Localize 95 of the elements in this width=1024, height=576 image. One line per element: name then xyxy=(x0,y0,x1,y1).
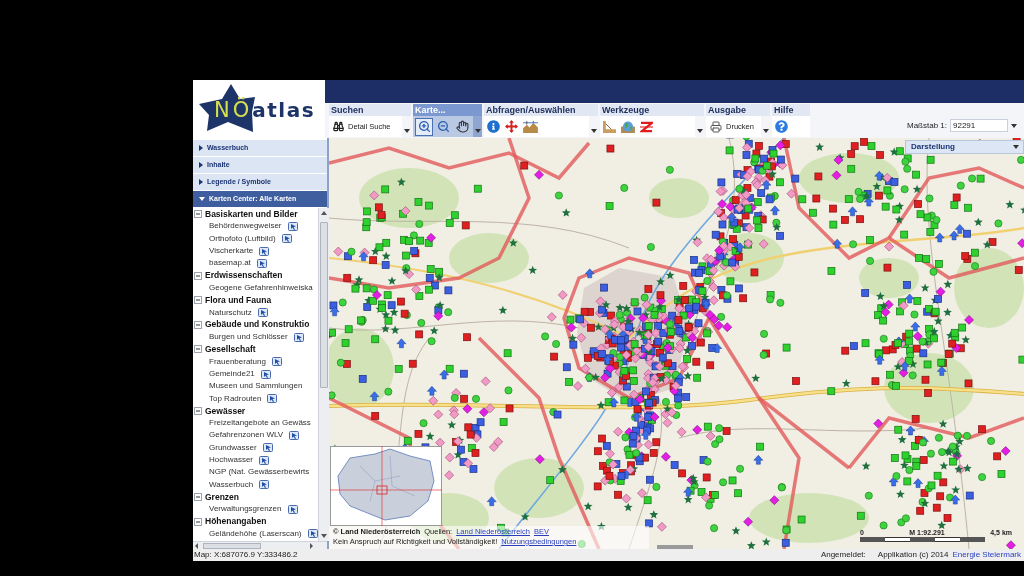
caret-icon[interactable] xyxy=(199,145,203,151)
toolbar-group-tab[interactable]: Werkzeuge xyxy=(600,104,704,116)
toolbar-group-tab[interactable]: Ausgabe xyxy=(706,104,770,116)
collapse-icon[interactable] xyxy=(194,517,202,526)
tree-item[interactable]: Behördenwegweiser xyxy=(209,220,282,233)
collapse-icon[interactable] xyxy=(194,406,202,415)
hand-icon xyxy=(455,120,469,133)
scale-label: Maßstab 1: xyxy=(907,119,947,132)
collapse-icon[interactable] xyxy=(194,345,202,354)
cursor-icon[interactable] xyxy=(259,480,270,490)
collapse-icon[interactable] xyxy=(194,320,202,329)
map-drawing[interactable] xyxy=(329,138,1024,549)
tree-item[interactable]: Geländehöhe (Laserscan) xyxy=(209,527,302,540)
cursor-icon[interactable] xyxy=(293,332,304,342)
caret-icon[interactable] xyxy=(199,197,205,201)
terrain-profile-icon[interactable] xyxy=(523,120,538,133)
tree-item[interactable]: Wasserbuch xyxy=(209,478,254,491)
printer-icon xyxy=(710,120,722,133)
cursor-icon[interactable] xyxy=(287,504,298,514)
tree-item[interactable]: basemap.at xyxy=(209,257,251,270)
tree-group-label[interactable]: Gewässer xyxy=(205,404,246,418)
tree-group-label[interactable]: Gebäude und Konstruktio xyxy=(205,318,310,332)
cursor-icon[interactable] xyxy=(267,394,278,404)
caret-icon[interactable] xyxy=(199,179,203,185)
caret-icon[interactable] xyxy=(590,129,597,133)
info-icon[interactable] xyxy=(487,120,500,133)
zoom-out-icon xyxy=(436,120,450,133)
tree-item[interactable]: Grundwasser xyxy=(209,441,257,454)
login-text: Angemeldet: xyxy=(820,549,866,561)
vertical-scrollbar[interactable] xyxy=(317,208,329,541)
caret-icon[interactable] xyxy=(696,129,703,133)
tree-group-label[interactable]: Höhenangaben xyxy=(205,515,267,528)
tree-item[interactable]: Freizeitangebote an Gewäss xyxy=(209,417,311,430)
tree-item[interactable]: Gefahrenzonen WLV xyxy=(209,429,284,442)
tree-item[interactable]: Naturschutz xyxy=(209,306,252,319)
binoculars-icon xyxy=(333,121,344,132)
caret-icon[interactable] xyxy=(1011,123,1017,128)
tree-group-label[interactable]: Flora und Fauna xyxy=(205,293,272,307)
toolbar-group-tab[interactable]: Suchen xyxy=(329,104,411,116)
zoom-in-button[interactable] xyxy=(415,117,433,136)
zigzag-icon[interactable] xyxy=(640,120,653,133)
help-icon[interactable] xyxy=(775,120,788,133)
tree-item[interactable]: Hochwasser xyxy=(209,454,253,467)
tree-item[interactable]: Vischerkarte xyxy=(209,245,254,258)
left-arrow-icon[interactable] xyxy=(193,541,201,550)
scrollbar-thumb[interactable] xyxy=(203,542,261,549)
zoom-in-icon xyxy=(417,120,431,133)
cursor-icon[interactable] xyxy=(281,234,292,244)
tree-item[interactable]: Top Radrouten xyxy=(209,392,262,405)
overview-map-drawing[interactable] xyxy=(330,446,442,526)
tree-item[interactable]: NGP (Nat. Gewässerbewirts xyxy=(209,466,310,479)
copyright-text: Applikation (c) 2014 xyxy=(877,549,949,561)
caret-icon[interactable] xyxy=(762,129,769,133)
tree-group-label[interactable]: Gesellschaft xyxy=(205,343,256,356)
cursor-icon[interactable] xyxy=(289,431,300,440)
tree-item[interactable]: Orthofoto (Luftbild) xyxy=(209,232,276,245)
cursor-icon[interactable] xyxy=(256,258,267,268)
collapse-icon[interactable] xyxy=(194,296,202,305)
splitter-handle[interactable] xyxy=(657,545,693,549)
tree-item[interactable]: Burgen und Schlösser xyxy=(209,331,288,344)
coordinates-text: Map: X:687076.9 Y:333486.2 xyxy=(194,549,298,561)
collapse-icon[interactable] xyxy=(194,271,202,280)
scale-field[interactable]: 92291 xyxy=(950,119,1008,132)
right-arrow-icon[interactable] xyxy=(307,541,315,550)
caret-icon[interactable] xyxy=(403,129,410,133)
tree-item[interactable]: Frauenberatung xyxy=(209,355,266,368)
display-panel-header[interactable]: Darstellung xyxy=(905,140,1024,154)
tree-group-label[interactable]: Grenzen xyxy=(205,490,239,504)
pan-button[interactable] xyxy=(453,117,471,136)
company-link[interactable]: Energie Steiermark xyxy=(952,549,1021,561)
cursor-icon[interactable] xyxy=(307,529,318,539)
toolbar-group-tab[interactable]: Abfragen/Auswählen xyxy=(484,104,598,116)
scrollbar-thumb[interactable] xyxy=(319,222,328,388)
tree-group-label[interactable]: Basiskarten und Bilder xyxy=(205,207,298,221)
globe-icon[interactable] xyxy=(621,120,635,133)
crosshair-arrows-icon[interactable] xyxy=(505,120,518,133)
caret-icon[interactable] xyxy=(199,162,203,168)
collapse-icon[interactable] xyxy=(194,210,202,219)
tree-item[interactable]: Gemeinde21 xyxy=(209,368,255,380)
collapse-icon[interactable] xyxy=(194,492,202,501)
tree-item[interactable]: Museen und Sammlungen xyxy=(209,380,303,393)
cursor-icon[interactable] xyxy=(287,221,298,231)
cursor-icon[interactable] xyxy=(262,443,273,453)
tree-item[interactable]: Verwaltungsgrenzen xyxy=(209,503,282,516)
caret-icon[interactable] xyxy=(1013,145,1019,149)
caret-icon[interactable] xyxy=(474,129,481,133)
tree-group-label[interactable]: Erdwissenschaften xyxy=(205,269,283,282)
toolbar-group-tab[interactable]: Hilfe xyxy=(772,104,810,116)
cursor-icon[interactable] xyxy=(260,369,271,379)
cursor-icon[interactable] xyxy=(271,357,282,367)
cursor-icon[interactable] xyxy=(259,455,269,465)
cursor-icon[interactable] xyxy=(257,308,268,317)
tree-item[interactable]: Geogene Gefahrenhinweiska xyxy=(209,281,313,294)
cursor-icon[interactable] xyxy=(259,246,270,256)
ruler-icon[interactable] xyxy=(603,120,616,133)
